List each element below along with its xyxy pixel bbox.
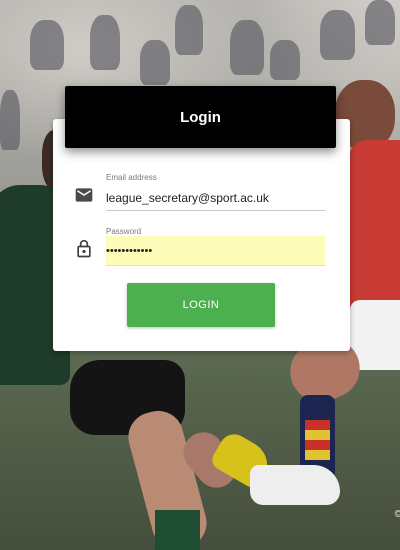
mail-icon [74,185,94,205]
login-header: Login [65,86,336,148]
login-title: Login [180,108,221,126]
lock-icon [74,239,94,259]
copyright-mark: © [394,509,400,520]
sock-stripes [305,420,330,460]
white-boot [250,465,340,505]
email-label: Email address [106,173,157,182]
password-label: Password [106,227,142,236]
password-field[interactable] [106,236,325,266]
player-jersey-red [348,140,400,320]
email-field[interactable] [106,186,325,211]
green-sock [155,510,200,550]
login-button[interactable]: LOGIN [127,283,275,327]
